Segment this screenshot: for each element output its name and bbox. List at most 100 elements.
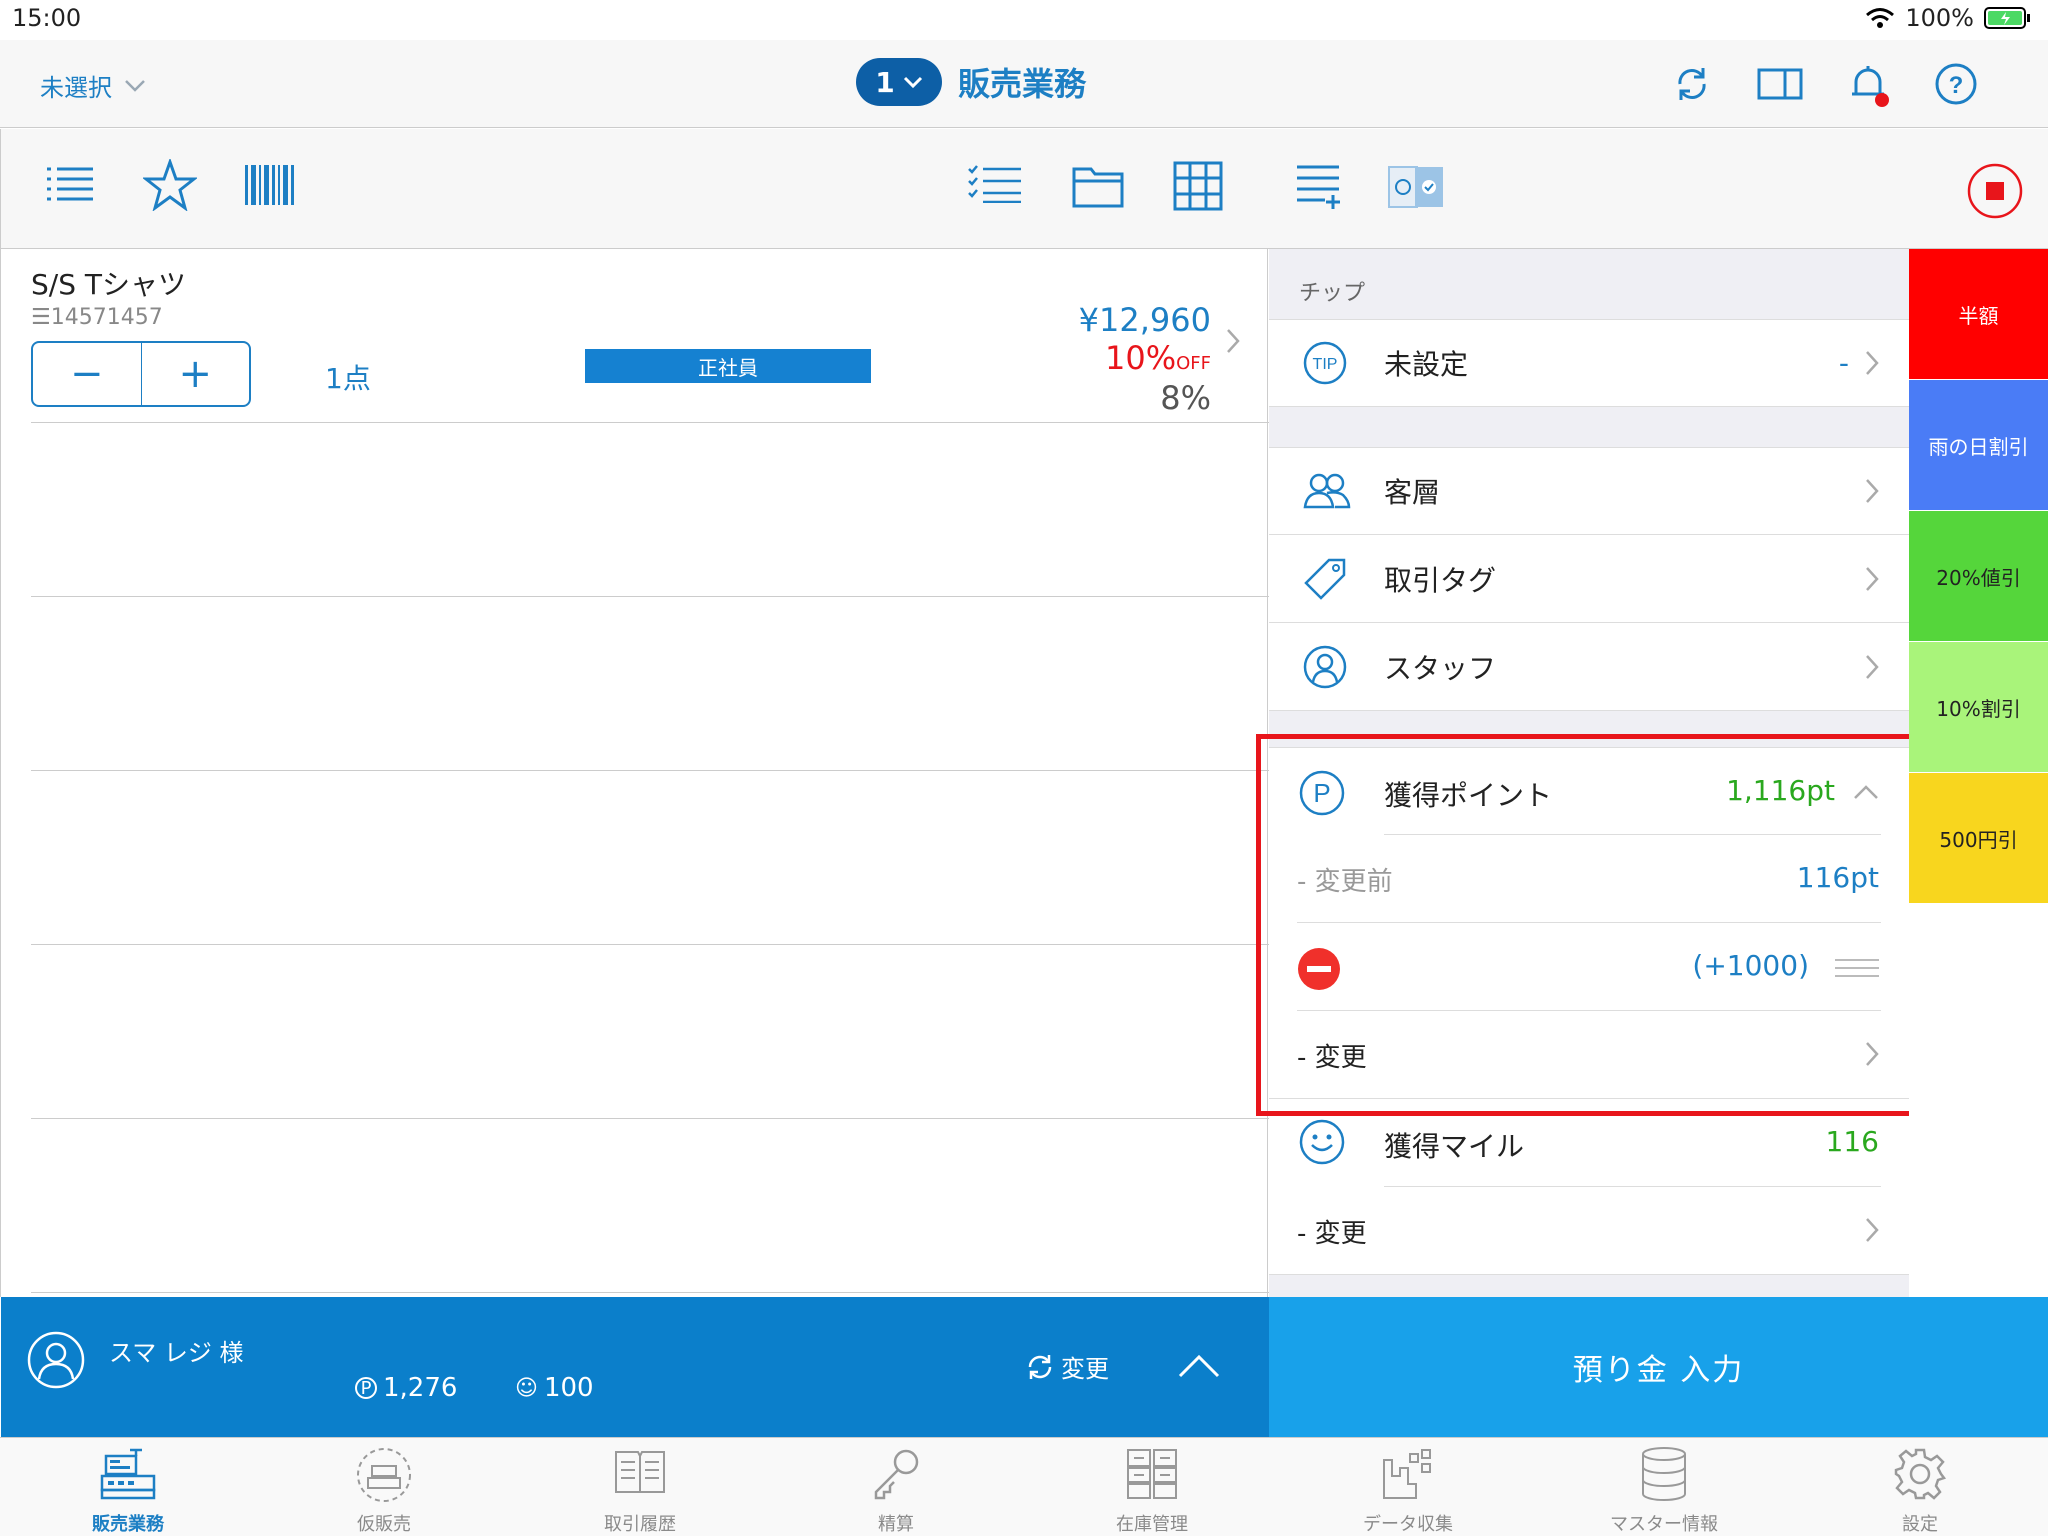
tab-data-collection[interactable]: データ収集: [1280, 1438, 1536, 1537]
temp-sale-icon: [357, 1448, 411, 1502]
item-quantity: 1点: [325, 362, 371, 395]
svg-text:?: ?: [1949, 72, 1964, 99]
item-tax: 8%: [1160, 379, 1211, 417]
history-icon: [615, 1451, 665, 1493]
member-tag: 正社員: [585, 349, 871, 383]
tab-sales[interactable]: 販売業務: [0, 1438, 256, 1537]
item-name: S/S Tシャツ: [31, 268, 186, 301]
item-price: ¥12,960: [1078, 301, 1211, 339]
tab-history-label: 取引履歴: [604, 1514, 676, 1535]
tab-sales-label: 販売業務: [92, 1514, 164, 1535]
register-icon: [100, 1448, 156, 1500]
empty-row: [31, 423, 1269, 597]
tab-history[interactable]: 取引履歴: [512, 1438, 768, 1537]
chevron-right-icon: [1866, 566, 1879, 591]
chevron-up-icon[interactable]: [1177, 1353, 1221, 1379]
customer-name: スマ レジ 様: [109, 1339, 244, 1367]
refresh-icon[interactable]: [1672, 62, 1712, 106]
decrement-button[interactable]: −: [33, 343, 141, 405]
staff-selector-label: 未選択: [40, 74, 112, 102]
cards-icon[interactable]: [1387, 163, 1449, 211]
staff-selector[interactable]: 未選択: [40, 68, 146, 103]
tab-temp-sale[interactable]: 仮販売: [256, 1438, 512, 1537]
stop-icon[interactable]: [1967, 163, 2023, 219]
tab-settlement-label: 精算: [878, 1514, 914, 1535]
battery-icon: [1984, 7, 2030, 29]
barcode-lines-icon: ☰: [31, 305, 51, 330]
register-selector[interactable]: 1: [856, 58, 942, 106]
transaction-tag-row[interactable]: 取引タグ: [1269, 535, 1909, 623]
star-icon[interactable]: [143, 159, 197, 211]
barcode-icon[interactable]: [243, 163, 297, 207]
item-code: ☰14571457: [31, 305, 163, 330]
help-icon[interactable]: ?: [1934, 62, 1978, 106]
quick-discount-buttons: 半額 雨の日割引 20%値引 10%割引 500円引: [1909, 249, 2048, 1297]
inventory-icon: [1127, 1449, 1177, 1499]
tab-master-info[interactable]: マスター情報: [1536, 1438, 1792, 1537]
quick-button-500-yen[interactable]: 500円引: [1909, 773, 2048, 903]
folder-icon[interactable]: [1071, 163, 1125, 209]
refresh-icon: [1028, 1354, 1052, 1379]
grid-icon[interactable]: [1173, 161, 1223, 211]
change-customer-button[interactable]: 変更: [1025, 1349, 1109, 1384]
tab-settings[interactable]: 設定: [1792, 1438, 2048, 1537]
add-list-icon[interactable]: [1295, 163, 1343, 211]
bell-icon[interactable]: [1848, 62, 1892, 108]
empty-row: [31, 945, 1269, 1119]
people-icon: [1303, 473, 1351, 509]
tip-row[interactable]: TIP 未設定 -: [1269, 319, 1909, 407]
split-view-icon[interactable]: [1757, 62, 1803, 106]
chevron-right-icon: [1866, 479, 1879, 503]
navigation-bar: 未選択 1 販売業務 ?: [0, 40, 2048, 128]
customer-type-label: 客層: [1384, 476, 1441, 509]
quick-button-half-price[interactable]: 半額: [1909, 249, 2048, 379]
staff-icon: [1303, 645, 1347, 688]
status-bar: 15:00 100%: [0, 0, 2048, 40]
clock: 15:00: [12, 4, 82, 32]
increment-button[interactable]: +: [140, 343, 250, 405]
database-icon: [1642, 1447, 1686, 1501]
chevron-right-icon: [1866, 351, 1879, 375]
avatar-icon: [27, 1331, 85, 1389]
highlight-box: [1256, 734, 1919, 1116]
data-icon: [1383, 1449, 1431, 1499]
chevron-right-icon: [1866, 1218, 1879, 1242]
deposit-input-button[interactable]: 預り金 入力: [1269, 1297, 2048, 1437]
smile-icon: ☺: [515, 1375, 538, 1401]
points-icon: P: [355, 1377, 377, 1399]
miles-change-label: - 変更: [1297, 1219, 1367, 1249]
quick-button-10-percent[interactable]: 10%割引: [1909, 642, 2048, 772]
checklist-icon[interactable]: [967, 163, 1023, 203]
tip-icon: TIP: [1303, 341, 1347, 385]
quick-button-rainy-day[interactable]: 雨の日割引: [1909, 380, 2048, 510]
register-number: 1: [875, 65, 895, 99]
wifi-icon: [1866, 8, 1895, 28]
tab-settings-label: 設定: [1902, 1514, 1938, 1535]
tab-master-info-label: マスター情報: [1610, 1514, 1718, 1535]
gear-icon: [1894, 1448, 1947, 1500]
list-icon[interactable]: [47, 163, 95, 203]
quantity-stepper: − +: [31, 341, 251, 407]
page-title: 販売業務: [958, 65, 1087, 103]
tab-data-collection-label: データ収集: [1363, 1514, 1453, 1535]
quick-button-20-percent[interactable]: 20%値引: [1909, 511, 2048, 641]
tab-inventory[interactable]: 在庫管理: [1024, 1438, 1280, 1537]
cart-panel: S/S Tシャツ ☰14571457 − + 1点 正社員 ¥12,960 10…: [0, 129, 1269, 1437]
cart-item[interactable]: S/S Tシャツ ☰14571457 − + 1点 正社員 ¥12,960 10…: [31, 249, 1269, 423]
miles-change-row[interactable]: - 変更: [1269, 1187, 1909, 1275]
tab-temp-sale-label: 仮販売: [357, 1514, 411, 1535]
empty-row: [31, 1119, 1269, 1293]
transaction-tag-label: 取引タグ: [1384, 563, 1497, 597]
smile-icon: [1299, 1119, 1345, 1165]
customer-bar[interactable]: スマ レジ 様 P 1,276 ☺ 100 変更: [1, 1297, 1269, 1437]
chevron-right-icon: [1866, 654, 1879, 679]
tab-settlement[interactable]: 精算: [768, 1438, 1024, 1537]
staff-row[interactable]: スタッフ: [1269, 623, 1909, 711]
battery-percent: 100%: [1905, 4, 1974, 32]
customer-points: P 1,276: [355, 1373, 457, 1403]
tab-bar: 販売業務 仮販売 取引履歴 精算 在庫管理 データ収集 マスター情報 設定: [0, 1437, 2048, 1536]
chevron-right-icon: [1227, 329, 1240, 353]
options-toolbar: [1269, 129, 2048, 249]
tip-value: -: [1838, 346, 1849, 380]
customer-type-row[interactable]: 客層: [1269, 447, 1909, 535]
